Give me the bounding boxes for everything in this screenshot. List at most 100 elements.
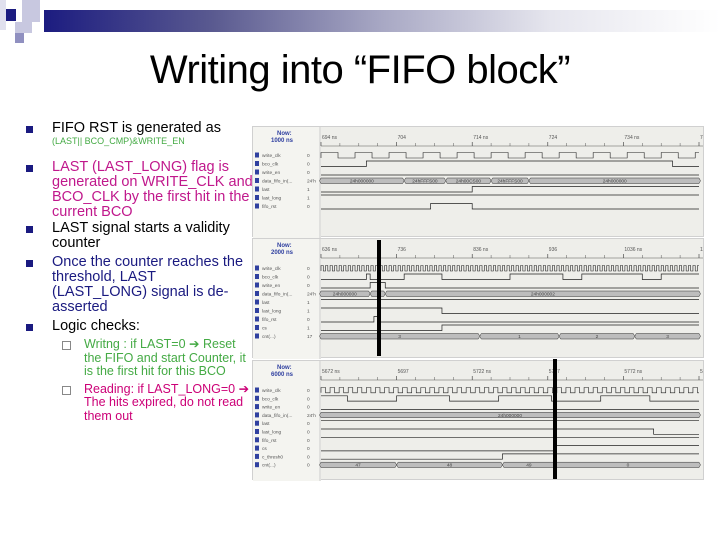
time-tick-label: 636 ns [322,247,338,253]
signal-value: 1 [307,309,310,315]
cursor-marker[interactable] [553,359,557,479]
now-label: Now: [277,131,292,137]
time-tick-label: 5797 [700,369,703,375]
bus-value-label: 24h000000 [603,178,627,184]
signal-value: 1 [307,300,310,306]
digital-waveform [321,186,699,193]
slide-title: Writing into “FIFO block” [149,48,571,92]
time-tick-label: 704 [398,135,407,141]
signal-name: last_long [262,309,282,315]
bullet-text: Once the counter reaches the threshold, … [52,254,244,315]
signal-type-icon [255,437,259,443]
bullet-text: Logic checks: [52,318,140,334]
signal-name: data_fifo_in(... [262,413,292,419]
signal-value: 1 [307,326,310,332]
signal-value: 24'h [307,292,316,298]
time-tick-label: 736 [398,247,407,253]
time-tick-label: 744 [700,135,703,141]
bullet-note: (LAST|| BCO_CMP)&WRITE_EN [52,136,185,146]
signal-value: 0 [307,396,310,402]
signal-value: 0 [307,446,310,452]
signal-value: 0 [307,454,310,460]
waveform-panel-2: Now:2000 ns 636 ns 736 836 ns 936 1036 ns 1136… [252,238,704,359]
signal-value: 0 [307,170,310,176]
bullet-square-icon [26,126,33,133]
signal-name: fifo_rst [262,317,277,323]
signal-name: bco_clk [262,162,279,168]
signal-type-icon [255,152,259,158]
signal-type-icon [255,404,259,410]
bullet-fifo-rst: FIFO RST is generated as (LAST|| BCO_CMP… [24,121,254,147]
signal-type-icon [255,161,259,166]
checkbox-square-icon [62,385,71,395]
signal-value: 0 [307,204,310,210]
signal-type-icon [255,429,259,434]
time-tick-label: 5772 ns [624,369,642,375]
signal-value: 0 [307,317,310,323]
bus-value-label: 24hFFFS00 [497,178,523,184]
signal-type-icon [255,412,259,418]
bus-value-label: 24h00CS00 [456,178,482,184]
time-tick-label: 724 [549,135,558,141]
signal-name: write_en [262,405,280,411]
bullet-square-icon [26,324,33,331]
bus-value-label: 2 [596,334,599,340]
bus-value-label: 24h000000 [498,413,522,419]
signal-value: 0 [307,162,310,168]
signal-type-icon [255,195,259,200]
signal-name: cnt(...) [262,463,276,469]
signal-name: last_long [262,196,282,202]
waveform-panel-3: Now:6000 ns5672 ns56975722 ns57475772 ns… [252,360,704,481]
time-tick-label: 1136 [700,247,703,253]
signal-value: 0 [307,153,310,159]
bus-value-label: 24hFFFS00 [412,178,438,184]
waveform-svg: Now:1000 ns 694 ns 704 714 ns 724 734 ns 744 wr… [253,127,703,238]
waveform-panel-1: Now:1000 ns 694 ns 704 714 ns 724 734 ns 744 wr… [252,126,704,238]
time-tick-label: 5672 ns [322,369,340,375]
signal-name: fifo_rst [262,438,277,444]
signal-name: cnt(...) [262,334,276,340]
time-tick-label: 734 ns [624,135,640,141]
bullet-text: FIFO RST is generated as [52,120,221,136]
signal-name: cs [262,447,267,452]
time-tick-label: 1036 ns [624,247,642,253]
bullet-square-icon [26,260,33,267]
waveform-svg: Now:2000 ns 636 ns 736 836 ns 936 1036 ns 1136… [253,239,703,359]
signal-value: 0 [307,430,310,436]
bus-value-label: 24h000000 [333,291,357,297]
bullet-threshold: Once the counter reaches the threshold, … [24,255,254,315]
signal-type-icon [255,291,259,296]
signal-name: write_en [262,170,280,176]
signal-type-icon [255,274,259,279]
signal-type-icon [255,308,259,313]
signal-type-icon [255,333,259,339]
time-tick-label: 936 [549,247,558,253]
subbullet-reading: Reading: if LAST_LONG=0 ➔ The hits expir… [24,382,254,424]
signal-value: 0 [307,421,310,427]
cursor-marker[interactable] [377,240,381,356]
signal-value: 0 [307,388,310,394]
signal-name: last_long [262,430,282,436]
signal-name: write_clk [262,153,281,159]
clock-waveform [320,387,699,394]
time-tick-label: 836 ns [473,247,489,253]
signal-name: last [262,187,270,193]
signal-name: bco_clk [262,396,279,402]
signal-value: 0 [307,405,310,411]
signal-type-icon [255,462,259,468]
signal-value: 1 [307,187,310,193]
signal-value: 0 [307,438,310,444]
bus-value-label: 3 [666,334,669,340]
subbullet-text: Writng : if LAST=0 ➔ Reset the FIFO and … [84,337,246,378]
bullet-square-icon [26,226,33,233]
signal-name-column [253,239,321,359]
bus-value-label: 3 [398,334,401,340]
signal-type-icon [255,178,259,183]
signal-name: write_en [262,283,280,289]
signal-name: cs [262,327,267,332]
time-tick-label: 5697 [398,369,409,375]
signal-name: bco_clk [262,275,279,281]
digital-waveform [321,395,699,402]
subbullet-writing: Writng : if LAST=0 ➔ Reset the FIFO and … [24,337,254,379]
signal-name: data_fifo_in(... [262,292,292,298]
